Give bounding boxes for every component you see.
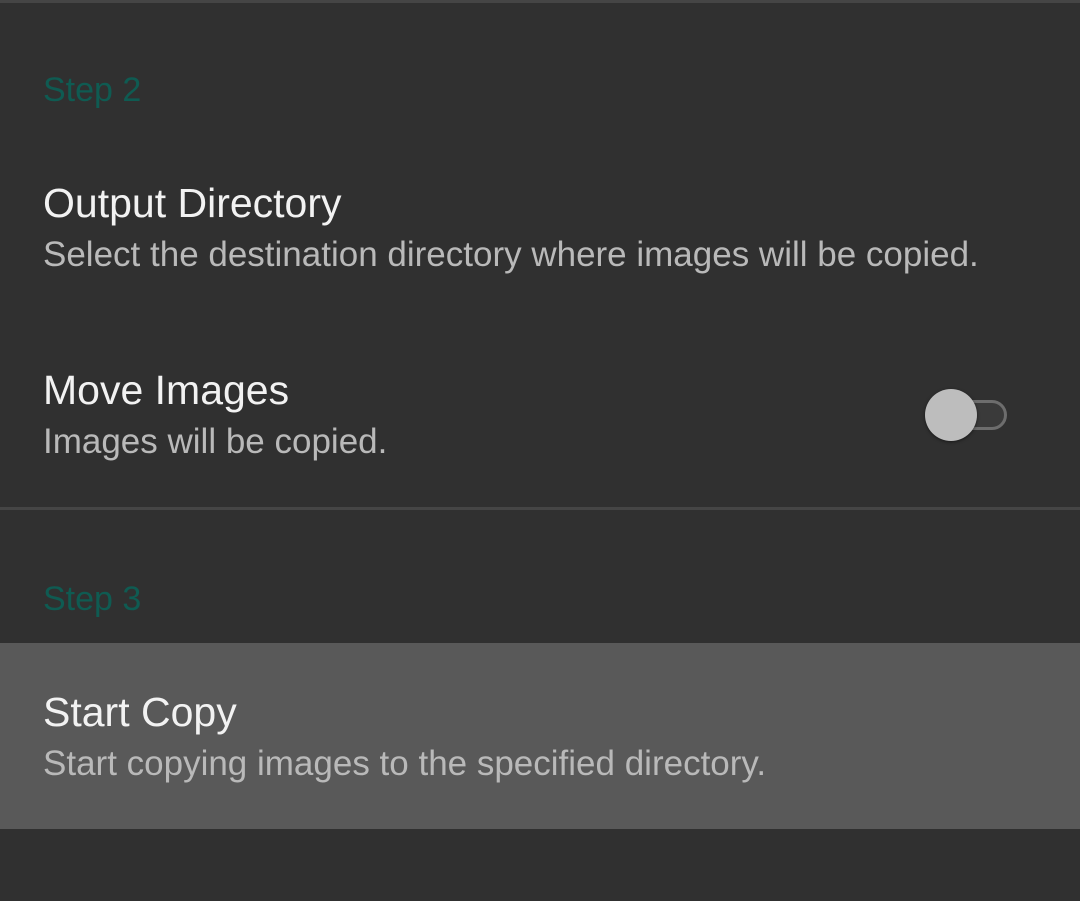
switch-thumb [925, 389, 977, 441]
move-images-switch[interactable] [923, 388, 1011, 442]
category-header-step-2: Step 2 [43, 71, 142, 109]
output-directory-summary: Select the destination directory where i… [43, 235, 979, 274]
output-directory-preference[interactable]: Output Directory Select the destination … [0, 150, 1080, 320]
start-copy-preference[interactable]: Start Copy Start copying images to the s… [0, 643, 1080, 829]
output-directory-title: Output Directory [43, 180, 342, 226]
start-copy-title: Start Copy [43, 689, 237, 735]
move-images-preference[interactable]: Move Images Images will be copied. [0, 340, 1080, 500]
top-divider [0, 0, 1080, 3]
start-copy-summary: Start copying images to the specified di… [43, 744, 767, 783]
move-images-summary: Images will be copied. [43, 422, 388, 461]
section-divider [0, 507, 1080, 510]
category-header-step-3: Step 3 [43, 580, 142, 618]
move-images-title: Move Images [43, 367, 290, 413]
settings-screen: Step 2 Output Directory Select the desti… [0, 0, 1080, 901]
